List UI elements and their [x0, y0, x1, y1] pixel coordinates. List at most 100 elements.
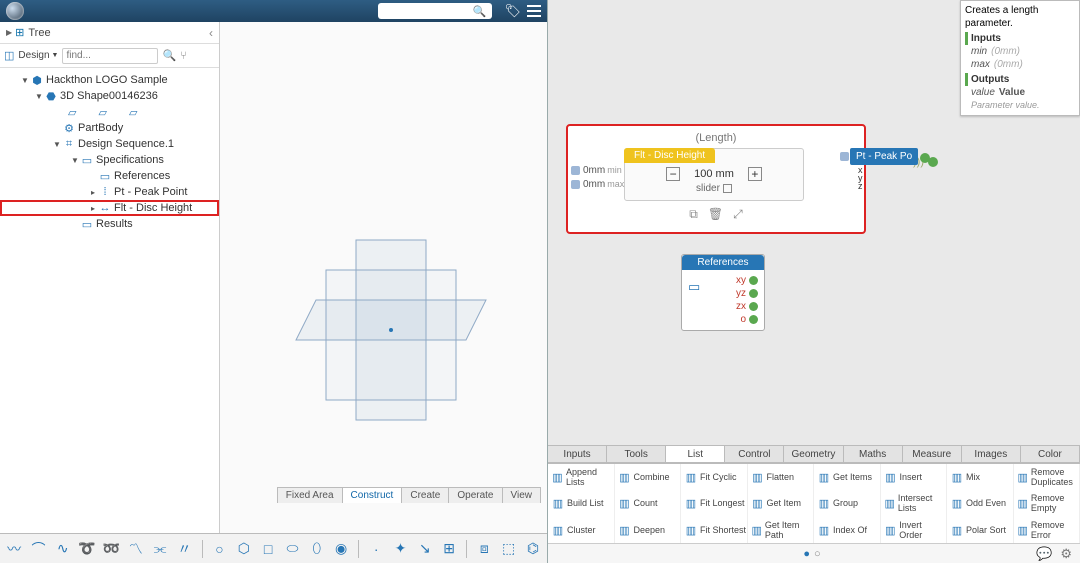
- chat-icon[interactable]: 💬: [1036, 546, 1052, 562]
- tool-cylinder-icon[interactable]: ⬯: [307, 537, 327, 561]
- tool-group[interactable]: ▥Group: [814, 490, 881, 516]
- length-node[interactable]: (Length) Flt - Disc Height 0mmmin 0mmmax…: [566, 124, 866, 234]
- tool-measure-icon[interactable]: ↘: [415, 537, 435, 561]
- tool-insert[interactable]: ▥Insert: [881, 464, 948, 490]
- delete-icon[interactable]: 🗑: [708, 207, 723, 222]
- tree-node-specifications[interactable]: ▼▭Specifications: [0, 152, 219, 168]
- tree-node-references[interactable]: ▭References: [0, 168, 219, 184]
- tool-build-list[interactable]: ▥Build List: [548, 490, 615, 516]
- tool-ellipse-icon[interactable]: ⬭: [282, 537, 302, 561]
- tree-node-shape[interactable]: ▼⬣3D Shape00146236: [0, 88, 219, 104]
- peak-point-node[interactable]: Pt - Peak Po: [850, 148, 918, 165]
- tool-cluster[interactable]: ▥Cluster: [548, 517, 615, 543]
- collapse-icon[interactable]: ‹: [209, 26, 213, 40]
- tab-construct[interactable]: Construct: [342, 487, 403, 503]
- references-node[interactable]: References ▭ xy yz zx o: [681, 254, 765, 331]
- tree-node-peak-point[interactable]: ▸⁞Pt - Peak Point: [0, 184, 219, 200]
- viewport-3d[interactable]: Fixed Area Construct Create Operate View: [220, 22, 547, 533]
- tool-wire-icon[interactable]: ⌬: [523, 537, 543, 561]
- brand-orb-icon[interactable]: [6, 2, 24, 20]
- design-scope-dropdown[interactable]: Design▼: [18, 50, 58, 61]
- tool-get-item[interactable]: ▥Get Item: [748, 490, 815, 516]
- tooltab-maths[interactable]: Maths: [843, 445, 903, 463]
- tool-remove-empty[interactable]: ▥Remove Empty: [1014, 490, 1080, 516]
- global-search-input[interactable]: [382, 5, 472, 18]
- filter-icon[interactable]: ⑂: [180, 50, 187, 62]
- tooltab-list[interactable]: List: [665, 445, 725, 463]
- tool-count[interactable]: ▥Count: [615, 490, 682, 516]
- tool-get-items[interactable]: ▥Get Items: [814, 464, 881, 490]
- tool-remove-duplicates[interactable]: ▥Remove Duplicates: [1014, 464, 1080, 490]
- tree-node-disc-height[interactable]: ▸↔Flt - Disc Height: [0, 200, 219, 216]
- tool-odd-even[interactable]: ▥Odd Even: [947, 490, 1014, 516]
- expand-icon[interactable]: ⤢: [733, 207, 743, 222]
- tool-axis-icon[interactable]: ✦: [390, 537, 410, 561]
- tooltab-measure[interactable]: Measure: [902, 445, 962, 463]
- tree-node-partbody[interactable]: ⚙PartBody: [0, 120, 219, 136]
- tool-spline-icon[interactable]: ∿: [53, 537, 73, 561]
- tool-sphere-icon[interactable]: ◉: [331, 537, 351, 561]
- settings-icon[interactable]: ⚙: [1060, 546, 1072, 562]
- port-min[interactable]: 0mmmin: [571, 163, 624, 177]
- tool-sweep-icon[interactable]: 〽: [126, 537, 146, 561]
- tool-arc-icon[interactable]: ⌒: [28, 537, 48, 561]
- hamburger-menu-icon[interactable]: [527, 5, 541, 17]
- tooltab-control[interactable]: Control: [724, 445, 784, 463]
- zx-plane-icon[interactable]: ▱: [129, 106, 137, 119]
- tooltab-images[interactable]: Images: [961, 445, 1021, 463]
- tool-invert-order[interactable]: ▥Invert Order: [881, 517, 948, 543]
- ref-port-zx[interactable]: zx: [688, 300, 758, 313]
- tool-deepen[interactable]: ▥Deepen: [615, 517, 682, 543]
- references-node-header[interactable]: References: [682, 255, 764, 270]
- yz-plane-icon[interactable]: ▱: [98, 106, 106, 119]
- tag-icon[interactable]: 🏷: [504, 3, 521, 19]
- tool-grid-icon[interactable]: ⊞: [439, 537, 459, 561]
- tool-intersect-lists[interactable]: ▥Intersect Lists: [881, 490, 948, 516]
- tool-helix-icon[interactable]: ➿: [101, 537, 121, 561]
- tool-fit-longest[interactable]: ▥Fit Longest: [681, 490, 748, 516]
- tool-circle-icon[interactable]: ○: [209, 537, 229, 561]
- tool-index-of[interactable]: ▥Index Of: [814, 517, 881, 543]
- plane-icons-row[interactable]: ▱ ▱ ▱: [0, 104, 219, 120]
- tree-node-design-sequence[interactable]: ▼⌗Design Sequence.1: [0, 136, 219, 152]
- tooltab-geometry[interactable]: Geometry: [783, 445, 843, 463]
- ref-port-o[interactable]: o: [688, 313, 758, 326]
- find-search-icon[interactable]: 🔍: [162, 49, 176, 62]
- tool-spiral-icon[interactable]: ➰: [77, 537, 97, 561]
- tree-node-root[interactable]: ▼⬢Hackthon LOGO Sample: [0, 72, 219, 88]
- tree-node-results[interactable]: ▭Results: [0, 216, 219, 232]
- tool-box-icon[interactable]: ⧈: [474, 537, 494, 561]
- tab-view[interactable]: View: [502, 487, 542, 503]
- xy-plane-icon[interactable]: ▱: [68, 106, 76, 119]
- length-node-tab[interactable]: Flt - Disc Height: [624, 148, 715, 163]
- tool-mix[interactable]: ▥Mix: [947, 464, 1014, 490]
- tool-square-icon[interactable]: □: [258, 537, 278, 561]
- graph-editor-pane[interactable]: Creates a length parameter. Inputs min(0…: [548, 0, 1080, 563]
- tooltab-inputs[interactable]: Inputs: [548, 445, 607, 463]
- peak-input-port[interactable]: [840, 152, 849, 161]
- page-indicator[interactable]: ●○: [803, 548, 824, 560]
- tool-cube-icon[interactable]: ⬚: [498, 537, 518, 561]
- port-max[interactable]: 0mmmax: [571, 177, 624, 191]
- tool-point-icon[interactable]: ·: [366, 537, 386, 561]
- tool-fit-shortest[interactable]: ▥Fit Shortest: [681, 517, 748, 543]
- search-icon[interactable]: 🔍: [472, 5, 486, 18]
- tooltab-tools[interactable]: Tools: [606, 445, 666, 463]
- tool-curve-icon[interactable]: 〰: [4, 537, 24, 561]
- tool-fit-cyclic[interactable]: ▥Fit Cyclic: [681, 464, 748, 490]
- decrement-button[interactable]: −: [666, 167, 680, 181]
- global-search[interactable]: 🔍: [378, 3, 492, 19]
- tree-body[interactable]: ▼⬢Hackthon LOGO Sample ▼⬣3D Shape0014623…: [0, 68, 219, 533]
- tooltab-color[interactable]: Color: [1020, 445, 1080, 463]
- design-scope-icon[interactable]: ◫: [4, 49, 14, 62]
- length-value[interactable]: 100 mm: [694, 168, 734, 180]
- slider-checkbox[interactable]: [723, 184, 732, 193]
- tool-combine[interactable]: ▥Combine: [615, 464, 682, 490]
- tab-fixed-area[interactable]: Fixed Area: [277, 487, 343, 503]
- tool-get-item-path[interactable]: ▥Get Item Path: [748, 517, 815, 543]
- tree-find-input[interactable]: [62, 48, 158, 64]
- tab-operate[interactable]: Operate: [448, 487, 502, 503]
- tree-header[interactable]: ▶ ⊞ Tree ‹: [0, 22, 219, 44]
- tool-hatch-icon[interactable]: 〃: [174, 537, 194, 561]
- tab-create[interactable]: Create: [401, 487, 449, 503]
